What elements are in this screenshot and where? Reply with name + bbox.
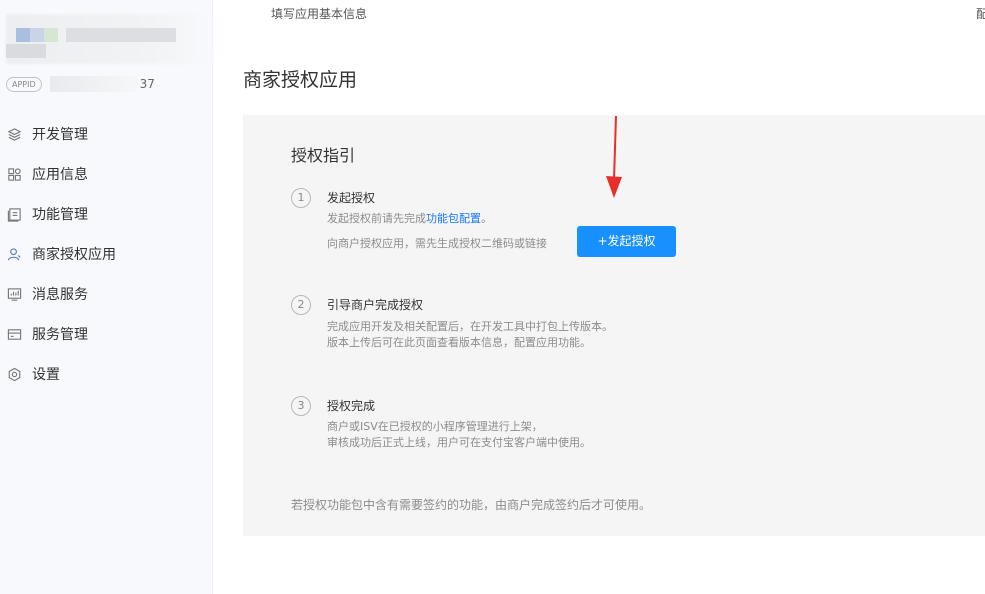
step-desc-line-2: 向商户授权应用，需先生成授权二维码或链接 <box>327 237 547 250</box>
step-desc-suffix: 。 <box>481 212 492 225</box>
sidebar: APPID 37 开发管理 应用信息 功能管理 商家授权应用 消息服务 服务管理… <box>0 0 213 594</box>
layers-icon <box>6 126 22 142</box>
document-icon <box>6 206 22 222</box>
step-desc-prefix: 发起授权前请先完成 <box>327 212 426 225</box>
step-number: 1 <box>291 188 311 208</box>
sidebar-item-feature-management[interactable]: 功能管理 <box>0 194 212 234</box>
step-tab-config-truncated[interactable]: 配 <box>976 5 985 22</box>
sidebar-item-label: 商家授权应用 <box>32 247 116 263</box>
start-authorization-button[interactable]: +发起授权 <box>577 226 676 257</box>
signing-footnote: 若授权功能包中含有需要签约的功能，由商户完成签约后才可使用。 <box>291 498 652 512</box>
step-desc-line-1: 完成应用开发及相关配置后，在开发工具中打包上传版本。 <box>327 320 613 333</box>
step-desc-line-1: 发起授权前请先完成功能包配置。 <box>327 210 492 226</box>
step-title: 发起授权 <box>327 191 376 205</box>
sidebar-item-dev-management[interactable]: 开发管理 <box>0 114 212 154</box>
step-title: 引导商户完成授权 <box>327 298 424 312</box>
sidebar-item-label: 消息服务 <box>32 287 88 303</box>
step-number: 3 <box>291 396 311 416</box>
sidebar-item-label: 应用信息 <box>32 167 88 183</box>
sidebar-item-message-service[interactable]: 消息服务 <box>0 274 212 314</box>
sidebar-item-label: 设置 <box>32 367 60 383</box>
step-desc-line-1: 商户或ISV在已授权的小程序管理进行上架， <box>327 420 543 433</box>
appid-suffix: 37 <box>139 77 155 91</box>
sidebar-item-merchant-auth[interactable]: 商家授权应用 <box>0 234 212 274</box>
sidebar-item-service-management[interactable]: 服务管理 <box>0 314 212 354</box>
sidebar-item-label: 开发管理 <box>32 127 88 143</box>
page-title: 商家授权应用 <box>243 69 358 91</box>
step-desc-line-2: 版本上传后可在此页面查看版本信息，配置应用功能。 <box>327 336 591 349</box>
red-arrow-annotation-icon <box>606 115 622 198</box>
step-desc-line-2: 审核成功后正式上线，用户可在支付宝客户端中使用。 <box>327 436 591 449</box>
guide-title: 授权指引 <box>291 146 356 165</box>
sidebar-item-app-info[interactable]: 应用信息 <box>0 154 212 194</box>
appid-badge: APPID <box>6 76 42 92</box>
feature-package-config-link[interactable]: 功能包配置 <box>426 212 481 225</box>
sidebar-nav: 开发管理 应用信息 功能管理 商家授权应用 消息服务 服务管理 设置 <box>0 114 212 394</box>
sidebar-item-label: 功能管理 <box>32 207 88 223</box>
gear-icon <box>6 366 22 382</box>
grid-icon <box>6 166 22 182</box>
step-tab-basic-info[interactable]: 填写应用基本信息 <box>271 5 367 22</box>
step-number: 2 <box>291 295 311 315</box>
sidebar-item-label: 服务管理 <box>32 327 88 343</box>
user-icon <box>6 246 22 262</box>
sidebar-item-settings[interactable]: 设置 <box>0 354 212 394</box>
card-icon <box>6 326 22 342</box>
chart-icon <box>6 286 22 302</box>
appid-row: APPID 37 <box>6 75 155 93</box>
appid-value-blurred <box>49 76 138 92</box>
step-title: 授权完成 <box>327 399 376 413</box>
app-avatar-blurred <box>6 14 211 64</box>
